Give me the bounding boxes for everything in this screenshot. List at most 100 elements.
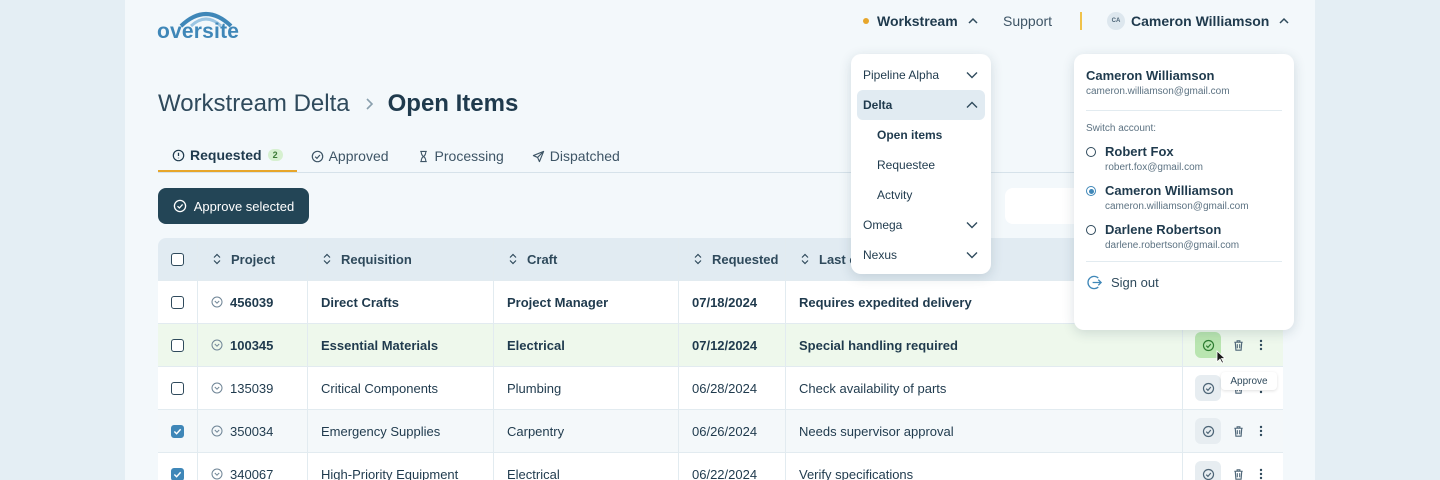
expand-circle-icon[interactable] xyxy=(211,468,223,480)
account-email: robert.fox@gmail.com xyxy=(1105,162,1203,173)
account-option[interactable]: Darlene Robertson darlene.robertson@gmail… xyxy=(1086,222,1282,251)
column-label: Craft xyxy=(527,251,558,267)
requested-date-cell: 07/12/2024 xyxy=(679,324,786,366)
approve-button[interactable] xyxy=(1195,418,1221,444)
support-link[interactable]: Support xyxy=(1003,12,1052,30)
row-checkbox[interactable] xyxy=(171,338,184,352)
approve-button[interactable] xyxy=(1195,461,1221,480)
project-cell: 100345 xyxy=(198,324,308,366)
column-header-requisition[interactable]: Requisition xyxy=(308,238,494,280)
chevron-up-icon xyxy=(1279,17,1289,24)
logo-text: oversite xyxy=(157,20,240,43)
table-row[interactable]: 135039 Critical Components Plumbing 06/28/2… xyxy=(158,367,1283,410)
chevron-down-icon xyxy=(966,72,978,79)
approve-button[interactable] xyxy=(1195,375,1221,401)
project-id: 100345 xyxy=(230,337,274,353)
account-option[interactable]: Cameron Williamson cameron.williamson@gma… xyxy=(1086,183,1282,212)
expand-circle-icon[interactable] xyxy=(211,296,223,308)
approve-selected-button[interactable]: Approve selected xyxy=(158,188,309,224)
chevron-down-icon xyxy=(966,252,978,259)
workstream-item[interactable]: Omega xyxy=(857,210,985,240)
count-badge: 2 xyxy=(267,149,283,161)
workstream-subitem[interactable]: Open items xyxy=(857,120,985,150)
last-comment-cell: Needs supervisor approval xyxy=(786,410,1183,452)
row-checkbox[interactable] xyxy=(171,424,184,438)
workstream-label: Workstream xyxy=(877,13,958,29)
menu-item-label: Delta xyxy=(863,98,893,112)
tab-requested[interactable]: Requested 2 xyxy=(158,140,297,172)
user-menu-toggle[interactable]: CA Cameron Williamson xyxy=(1107,12,1291,30)
sign-out-label: Sign out xyxy=(1111,275,1159,290)
menu-divider xyxy=(1086,110,1282,111)
hourglass-icon xyxy=(419,150,427,162)
more-options-icon[interactable] xyxy=(1255,467,1267,480)
workstream-subitem[interactable]: Actvity xyxy=(857,180,985,210)
table-row[interactable]: 350034 Emergency Supplies Carpentry 06/26/2… xyxy=(158,410,1283,453)
check-circle-icon xyxy=(1202,468,1214,480)
delete-button[interactable] xyxy=(1225,418,1251,444)
chevron-down-icon xyxy=(966,222,978,229)
project-id: 135039 xyxy=(230,380,274,396)
account-email: darlene.robertson@gmail.com xyxy=(1105,240,1240,251)
account-radio[interactable] xyxy=(1086,225,1096,235)
account-radio[interactable] xyxy=(1086,186,1096,196)
sign-out-icon xyxy=(1087,275,1103,290)
delete-button[interactable] xyxy=(1225,461,1251,480)
chevron-up-icon xyxy=(966,101,978,108)
workstream-item[interactable]: Delta xyxy=(857,90,985,120)
requested-date-cell: 06/26/2024 xyxy=(679,410,786,452)
chevron-up-icon xyxy=(968,17,978,24)
project-id: 456039 xyxy=(230,294,274,310)
project-cell: 456039 xyxy=(198,281,308,323)
workstream-item[interactable]: Nexus xyxy=(857,240,985,270)
requisition-cell: Direct Crafts xyxy=(308,281,494,323)
workstream-subitem[interactable]: Requestee xyxy=(857,150,985,180)
expand-circle-icon[interactable] xyxy=(211,382,223,394)
more-options-icon[interactable] xyxy=(1255,338,1267,352)
column-header-requested[interactable]: Requested xyxy=(679,238,786,280)
row-checkbox[interactable] xyxy=(171,381,184,395)
chevron-right-icon xyxy=(366,98,373,110)
project-id: 340067 xyxy=(230,466,274,480)
expand-circle-icon[interactable] xyxy=(211,425,223,437)
row-actions xyxy=(1183,410,1283,452)
project-cell: 350034 xyxy=(198,410,308,452)
row-checkbox[interactable] xyxy=(171,295,184,309)
check-icon xyxy=(173,471,182,478)
workstream-nav[interactable]: Workstream xyxy=(863,12,980,30)
account-name: Cameron Williamson xyxy=(1105,183,1234,198)
column-header-craft[interactable]: Craft xyxy=(494,238,679,280)
tab-approved[interactable]: Approved xyxy=(297,140,403,172)
workstream-item[interactable]: Pipeline Alpha xyxy=(857,60,985,90)
expand-circle-icon[interactable] xyxy=(211,339,223,351)
menu-item-label: Nexus xyxy=(863,248,898,262)
tab-processing[interactable]: Processing xyxy=(403,140,518,172)
breadcrumb-parent[interactable]: Workstream Delta xyxy=(158,90,350,118)
sort-icon xyxy=(213,253,221,265)
current-user-name: Cameron Williamson xyxy=(1086,68,1215,83)
tab-label: Dispatched xyxy=(549,148,620,164)
trash-icon xyxy=(1233,425,1243,437)
delete-button[interactable] xyxy=(1225,332,1251,358)
sign-out-button[interactable]: Sign out xyxy=(1086,274,1282,291)
account-option[interactable]: Robert Fox robert.fox@gmail.com xyxy=(1086,144,1282,173)
sort-icon xyxy=(694,253,702,265)
row-actions xyxy=(1183,453,1283,480)
column-header-project[interactable]: Project xyxy=(198,238,308,280)
craft-cell: Electrical xyxy=(494,453,679,480)
more-options-icon[interactable] xyxy=(1255,424,1267,438)
menu-item-label: Omega xyxy=(863,218,903,232)
menu-item-label: Requestee xyxy=(877,158,936,172)
table-row[interactable]: 340067 High-Priority Equipment Electrical 0… xyxy=(158,453,1283,480)
row-checkbox[interactable] xyxy=(171,467,184,480)
tab-label: Requested xyxy=(190,147,262,163)
menu-item-label: Open items xyxy=(877,128,943,142)
page-title: Open Items xyxy=(387,90,519,117)
oversite-logo[interactable]: oversite xyxy=(157,8,247,44)
account-radio[interactable] xyxy=(1086,147,1096,157)
project-cell: 340067 xyxy=(198,453,308,480)
select-all-checkbox[interactable] xyxy=(171,252,184,266)
tab-dispatched[interactable]: Dispatched xyxy=(518,140,634,172)
current-user-email: cameron.williamson@gmail.com xyxy=(1086,86,1230,97)
table-row[interactable]: 100345 Essential Materials Electrical 07/12… xyxy=(158,324,1283,367)
